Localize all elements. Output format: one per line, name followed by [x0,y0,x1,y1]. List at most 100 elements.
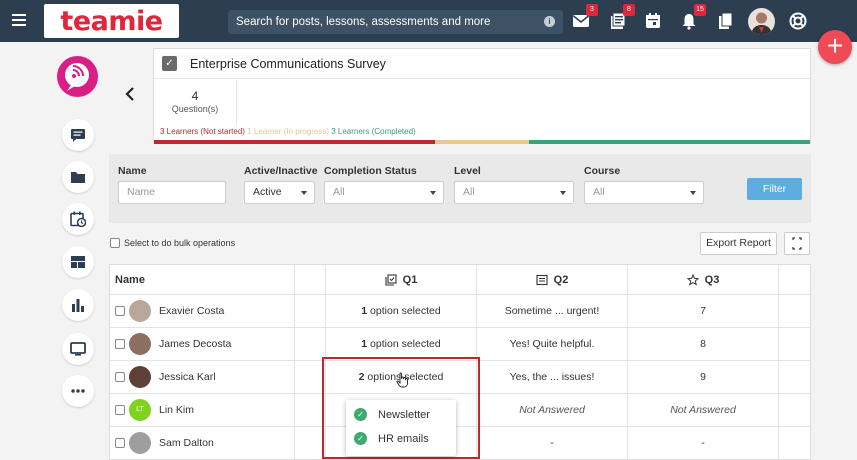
filter-button[interactable]: Filter [747,178,802,200]
messages-badge: 3 [586,4,598,16]
column-header-q3-label: Q3 [704,273,720,286]
question-count-number: 4 [191,89,199,103]
documents-icon[interactable] [716,12,734,30]
name-filter-input[interactable]: Name [118,181,226,204]
progress-in-progress [435,140,529,144]
fullscreen-button[interactable] [784,232,810,255]
dashboard-icon[interactable] [62,246,94,278]
q1-answer[interactable]: 1 option selected [326,295,477,327]
active-filter-select[interactable]: Active [244,181,315,204]
course-filter-select[interactable]: All [584,181,704,204]
q3-answer: 7 [628,295,779,327]
hand-cursor-icon [396,372,410,388]
spacer-cell [779,427,810,459]
in-progress-count: 1 Learner (In progress) [247,127,329,136]
progress-not-started [154,140,436,144]
schedule-icon[interactable] [62,203,94,235]
row-checkbox[interactable] [115,438,125,448]
row-checkbox[interactable] [115,306,125,316]
active-filter-label: Active/Inactive [244,165,318,177]
spacer-cell [779,328,810,360]
q2-answer[interactable]: Yes, the ... issues! [477,361,628,393]
logo-text: teamie [60,5,163,37]
q1-option-text: option selected [367,338,441,350]
column-header-q3[interactable]: Q3 [628,265,779,294]
learner-name[interactable]: Jessica Karl [159,371,216,383]
popover-option: ✓ HR emails [354,432,429,445]
row-checkbox[interactable] [115,405,125,415]
spacer-cell [779,295,810,327]
calendar-icon[interactable] [644,12,662,30]
row-checkbox[interactable] [115,339,125,349]
spacer-cell [779,361,810,393]
name-filter-placeholder: Name [127,186,156,198]
column-header-name[interactable]: Name [110,265,295,294]
spacer-cell [295,265,326,294]
q3-answer: - [628,427,779,459]
table-row[interactable]: Exavier Costa 1 option selected Sometime… [110,295,810,328]
avatar [129,333,151,355]
survey-title: Enterprise Communications Survey [190,56,386,71]
learner-name[interactable]: James Decosta [159,338,231,350]
expand-icon [792,237,802,250]
chevron-down-icon [301,191,307,195]
lessons-badge: 8 [623,4,635,16]
chevron-down-icon [430,191,436,195]
popover-option-label: Newsletter [378,408,430,421]
lessons-icon[interactable]: 8 [609,4,635,30]
column-header-q2[interactable]: Q2 [477,265,628,294]
not-started-count: 3 Learners (Not started) [160,127,245,136]
bulk-select-label: Select to do bulk operations [124,238,236,248]
completed-count: 3 Learners (Completed) [331,127,416,136]
top-navigation-bar: teamie Search for posts, lessons, assess… [0,0,857,42]
search-placeholder: Search for posts, lessons, assessments a… [236,16,491,28]
learner-cell: LT Lin Kim [110,394,295,426]
user-avatar[interactable] [748,8,775,35]
q2-answer: Not Answered [477,394,628,426]
check-circle-icon: ✓ [354,408,367,421]
menu-icon[interactable] [12,14,26,26]
q2-answer[interactable]: Sometime ... urgent! [477,295,628,327]
active-filter-value: Active [253,186,282,198]
help-icon[interactable] [789,12,807,30]
add-button[interactable]: + [818,30,852,64]
learner-name[interactable]: Exavier Costa [159,305,224,317]
avatar [129,300,151,322]
analytics-icon[interactable] [62,289,94,321]
learner-name[interactable]: Sam Dalton [159,437,214,449]
monitor-icon[interactable] [62,333,94,365]
learner-cell: Jessica Karl [110,361,295,393]
back-arrow-icon[interactable] [124,86,136,102]
q2-answer[interactable]: Yes! Quite helpful. [477,328,628,360]
info-icon[interactable]: i [544,16,555,27]
folder-icon[interactable] [62,161,94,193]
q1-answer[interactable]: 1 option selected [326,328,477,360]
completion-filter-select[interactable]: All [324,181,444,204]
level-filter-select[interactable]: All [454,181,574,204]
column-header-q1-label: Q1 [402,273,418,286]
spacer-cell [295,295,326,327]
search-input[interactable]: Search for posts, lessons, assessments a… [228,10,563,34]
learner-name[interactable]: Lin Kim [159,404,194,416]
spacer-cell [779,265,810,294]
q2-answer: - [477,427,628,459]
chevron-down-icon [690,191,696,195]
popover-option: ✓ Newsletter [354,408,430,421]
row-checkbox[interactable] [115,372,125,382]
question-count-label: Question(s) [171,104,219,114]
more-icon[interactable] [62,375,94,407]
course-filter-label: Course [584,165,621,177]
learner-cell: Sam Dalton [110,427,295,459]
classroom-logo[interactable] [57,56,98,97]
posts-icon[interactable] [62,119,94,151]
q1-option-text: option selected [367,305,441,317]
text-answer-icon [536,274,548,285]
export-report-button[interactable]: Export Report [700,232,777,255]
question-count: 4 Question(s) [154,80,237,125]
messages-icon[interactable]: 3 [572,4,598,30]
app-logo[interactable]: teamie [44,4,179,38]
notifications-icon[interactable]: 15 [680,4,706,30]
q3-answer: 8 [628,328,779,360]
column-header-q1[interactable]: Q1 [326,265,477,294]
bulk-select-checkbox[interactable] [110,238,120,248]
